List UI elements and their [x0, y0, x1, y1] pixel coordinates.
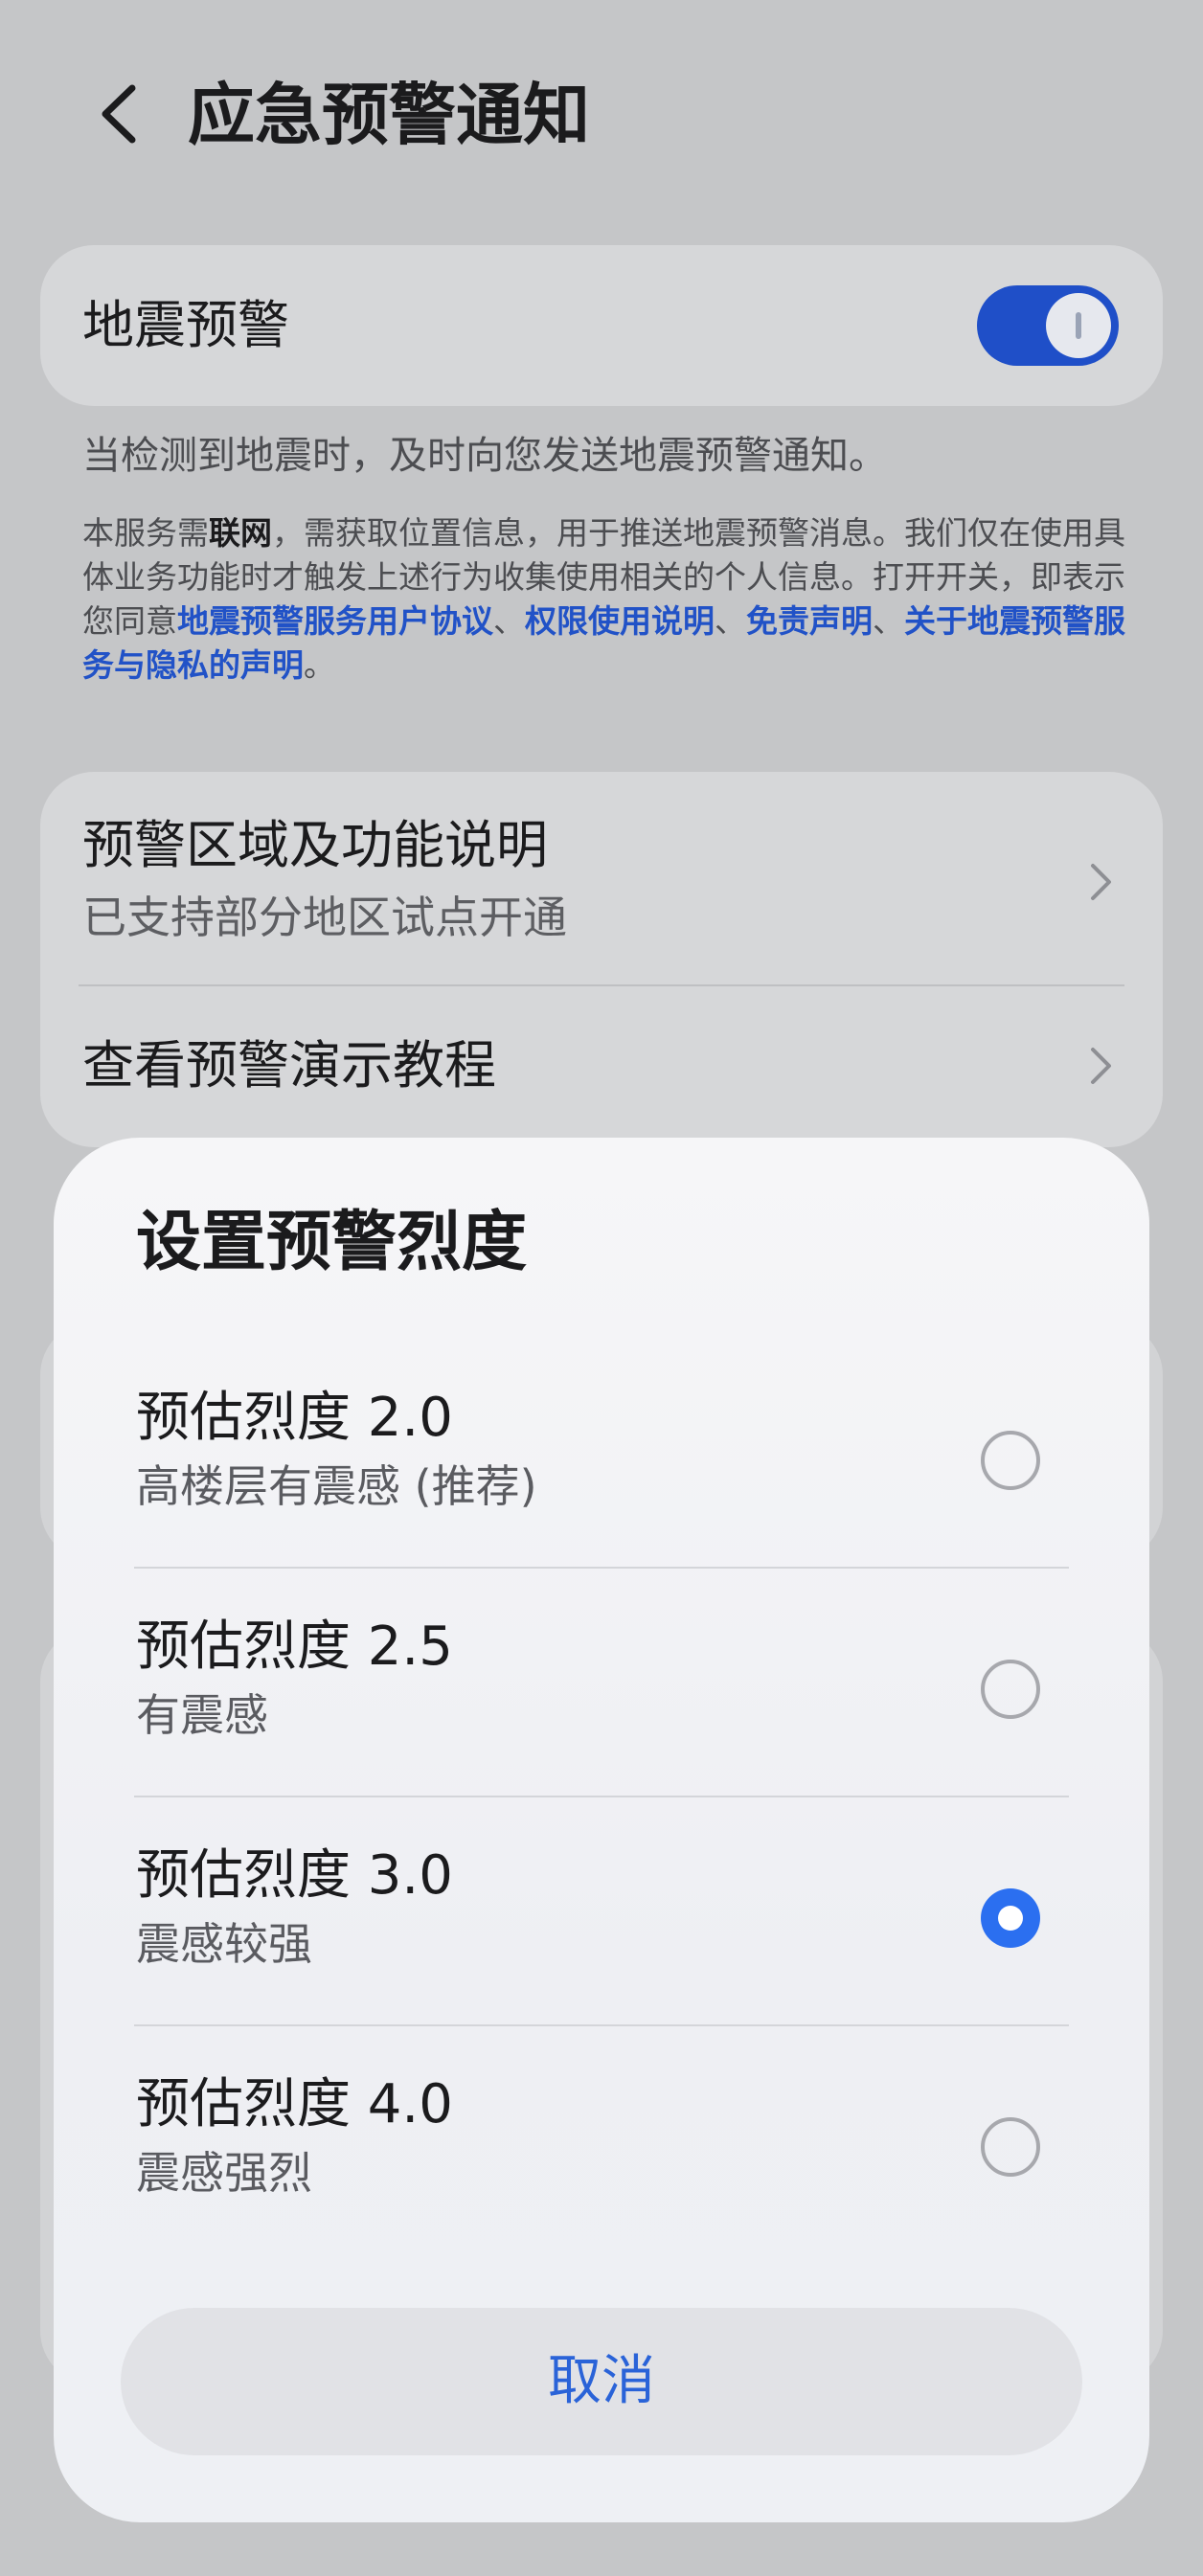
earthquake-warning-card: 地震预警	[40, 245, 1163, 406]
earthquake-warning-toggle[interactable]	[977, 285, 1119, 366]
header-bar: 应急预警通知	[0, 57, 1203, 172]
option-label: 预估烈度 2.5	[136, 1616, 453, 1678]
legal-text-1: 本服务需	[82, 514, 209, 552]
cancel-label: 取消	[548, 2350, 655, 2412]
intensity-option-4-0[interactable]: 预估烈度 4.0 震感强烈	[54, 2031, 1149, 2259]
option-description: 震感较强	[136, 1918, 312, 1970]
menu-item-title: 预警区域及功能说明	[82, 815, 548, 875]
chevron-right-icon	[1077, 858, 1124, 906]
option-divider	[134, 1567, 1069, 1569]
option-label: 预估烈度 2.0	[136, 1387, 453, 1449]
option-description: 高楼层有震感 (推荐)	[136, 1460, 537, 1512]
permission-usage-link[interactable]: 权限使用说明	[525, 602, 715, 640]
legal-separator: 、	[873, 602, 904, 640]
legal-separator: 、	[493, 602, 525, 640]
toggle-knob	[1046, 293, 1111, 358]
cancel-button[interactable]: 取消	[121, 2308, 1082, 2455]
chevron-left-icon	[102, 84, 136, 144]
intensity-option-2-0[interactable]: 预估烈度 2.0 高楼层有震感 (推荐)	[54, 1344, 1149, 1572]
menu-item-demo-tutorial[interactable]: 查看预警演示教程	[40, 986, 1163, 1147]
chevron-right-icon	[1077, 1042, 1124, 1090]
legal-text-bold: 联网	[209, 514, 272, 552]
legal-notice: 本服务需联网，需获取位置信息，用于推送地震预警消息。我们仅在使用具体业务功能时才…	[82, 511, 1126, 688]
intensity-bottom-sheet: 设置预警烈度 预估烈度 2.0 高楼层有震感 (推荐) 预估烈度 2.5 有震感…	[54, 1138, 1149, 2522]
app-screen: 应急预警通知 地震预警 当检测到地震时，及时向您发送地震预警通知。 本服务需联网…	[0, 0, 1203, 2576]
option-divider	[134, 2024, 1069, 2026]
radio-button-selected[interactable]	[981, 1888, 1040, 1948]
option-description: 有震感	[136, 1689, 268, 1741]
radio-button[interactable]	[981, 2117, 1040, 2177]
earthquake-warning-label: 地震预警	[82, 295, 289, 355]
radio-button[interactable]	[981, 1431, 1040, 1490]
option-divider	[134, 1796, 1069, 1797]
intensity-option-3-0[interactable]: 预估烈度 3.0 震感较强	[54, 1802, 1149, 2030]
intensity-option-2-5[interactable]: 预估烈度 2.5 有震感	[54, 1573, 1149, 1801]
option-label: 预估烈度 3.0	[136, 1844, 453, 1907]
legal-separator: 、	[715, 602, 746, 640]
legal-text-end: 。	[304, 646, 335, 684]
menu-item-title: 查看预警演示教程	[82, 1035, 496, 1096]
page-title: 应急预警通知	[188, 76, 590, 154]
feature-description: 当检测到地震时，及时向您发送地震预警通知。	[82, 434, 887, 478]
sheet-title: 设置预警烈度	[136, 1205, 528, 1280]
menu-item-warning-area[interactable]: 预警区域及功能说明 已支持部分地区试点开通	[40, 772, 1163, 984]
disclaimer-link[interactable]: 免责声明	[746, 602, 873, 640]
option-description: 震感强烈	[136, 2147, 312, 2199]
menu-item-subtitle: 已支持部分地区试点开通	[82, 892, 567, 943]
user-agreement-link[interactable]: 地震预警服务用户协议	[177, 602, 493, 640]
info-menu-card: 预警区域及功能说明 已支持部分地区试点开通 查看预警演示教程	[40, 772, 1163, 1147]
back-button[interactable]	[77, 71, 163, 157]
radio-button[interactable]	[981, 1660, 1040, 1719]
option-label: 预估烈度 4.0	[136, 2073, 453, 2135]
